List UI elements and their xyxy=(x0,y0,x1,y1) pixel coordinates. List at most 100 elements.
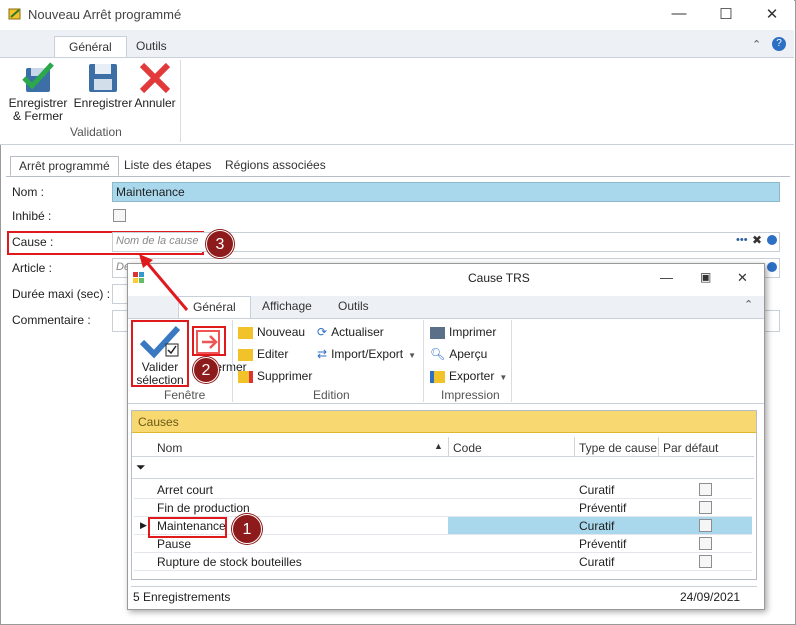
import-export-button[interactable]: ⇄ Import/Export ▼ xyxy=(317,347,416,361)
nom-field[interactable]: Maintenance xyxy=(112,182,780,202)
dialog-tab-outils[interactable]: Outils xyxy=(324,296,383,318)
row-indicator-icon: ▶ xyxy=(140,520,147,530)
default-checkbox[interactable] xyxy=(699,555,712,568)
help-icon[interactable]: ? xyxy=(772,37,786,51)
dropdown-arrow-icon: ▼ xyxy=(408,351,417,360)
refresh-icon: ⟳ xyxy=(317,325,328,339)
cell-nom: Rupture de stock bouteilles xyxy=(157,555,302,569)
save-close-label: Enregistrer & Fermer xyxy=(8,96,68,123)
table-row[interactable]: Arret court Curatif xyxy=(134,481,752,499)
printer-icon xyxy=(430,326,445,339)
cancel-button[interactable]: Annuler xyxy=(134,62,176,110)
table-row[interactable]: Fin de production Préventif xyxy=(134,499,752,517)
clear-icon[interactable]: ✖ xyxy=(752,233,762,247)
ribbon-separator xyxy=(180,60,181,142)
duree-label: Durée maxi (sec) : xyxy=(12,287,111,301)
callout-2: 2 xyxy=(193,357,219,383)
maximize-button[interactable]: ☐ xyxy=(711,5,741,25)
close-button[interactable]: ✕ xyxy=(757,5,787,25)
cell-nom: Fin de production xyxy=(157,501,250,515)
col-type[interactable]: Type de cause xyxy=(579,441,657,455)
import-export-label: Import/Export xyxy=(331,347,404,361)
save-close-icon xyxy=(22,62,54,92)
grid-caption: Causes xyxy=(132,411,756,433)
callout-arrow-icon xyxy=(139,254,189,311)
dialog-minimize-button[interactable]: — xyxy=(660,270,673,285)
cancel-label: Annuler xyxy=(134,96,176,110)
minimize-button[interactable]: — xyxy=(664,5,694,25)
cell-type: Curatif xyxy=(579,483,615,497)
save-button[interactable]: Enregistrer xyxy=(73,62,133,110)
actualiser-label: Actualiser xyxy=(331,325,384,339)
cancel-icon xyxy=(139,62,171,94)
impression-group-label: Impression xyxy=(441,388,500,402)
footer-date: 24/09/2021 xyxy=(680,590,741,604)
tab-liste-etapes[interactable]: Liste des étapes xyxy=(116,156,219,176)
dialog-maximize-button[interactable]: ▣ xyxy=(700,270,711,284)
default-checkbox[interactable] xyxy=(699,519,712,532)
supprimer-button[interactable]: Supprimer xyxy=(238,369,312,383)
col-nom[interactable]: Nom xyxy=(157,441,182,455)
nouveau-button[interactable]: Nouveau xyxy=(238,325,305,339)
ribbon-tab-general[interactable]: Général xyxy=(54,36,127,58)
exit-arrow-icon xyxy=(196,330,220,354)
navigate-icon[interactable] xyxy=(767,235,777,245)
save-close-button[interactable]: Enregistrer & Fermer xyxy=(8,62,70,123)
validate-check-icon xyxy=(139,325,181,359)
callout-1: 1 xyxy=(232,514,262,544)
valider-label: Valider sélection xyxy=(136,360,184,387)
table-row[interactable]: Rupture de stock bouteilles Curatif xyxy=(134,553,752,571)
tab-regions-associees[interactable]: Régions associées xyxy=(217,156,334,176)
dialog-tab-affichage[interactable]: Affichage xyxy=(248,296,326,318)
exporter-label: Exporter xyxy=(449,369,495,383)
dialog-title: Cause TRS xyxy=(468,271,530,285)
valider-selection-button[interactable]: Valider sélection xyxy=(134,324,186,387)
save-label: Enregistrer xyxy=(73,96,133,110)
apercu-button[interactable]: 🔍︎ Aperçu xyxy=(430,347,487,361)
edit-folder-icon xyxy=(238,348,253,361)
actualiser-button[interactable]: ⟳ Actualiser xyxy=(317,325,384,339)
maintenance-highlight-box xyxy=(148,517,227,538)
default-checkbox[interactable] xyxy=(699,501,712,514)
cell-type: Curatif xyxy=(579,519,615,533)
dialog-separator-3 xyxy=(511,320,512,402)
dialog-collapse-icon[interactable]: ⌃ xyxy=(744,298,753,311)
import-export-icon: ⇄ xyxy=(317,347,328,361)
form-tab-line xyxy=(6,176,790,177)
commentaire-field-edge xyxy=(764,310,780,332)
collapse-ribbon-icon[interactable]: ⌃ xyxy=(752,38,761,51)
filter-row[interactable] xyxy=(132,457,754,479)
dialog-close-button[interactable]: ✕ xyxy=(737,270,748,286)
col-par-defaut[interactable]: Par défaut xyxy=(663,441,718,455)
title-bar: Nouveau Arrêt programmé — ☐ ✕ xyxy=(0,0,794,30)
dialog-separator-2 xyxy=(423,320,424,402)
imprimer-label: Imprimer xyxy=(449,325,497,339)
fenetre-group-label: Fenêtre xyxy=(164,388,206,402)
window-title: Nouveau Arrêt programmé xyxy=(28,7,182,22)
tab-arret-programme[interactable]: Arrêt programmé xyxy=(10,156,119,176)
commentaire-label: Commentaire : xyxy=(12,313,91,327)
new-folder-icon xyxy=(238,326,253,339)
cause-placeholder: Nom de la cause xyxy=(116,235,199,247)
sort-asc-icon: ▲ xyxy=(434,441,443,451)
editer-button[interactable]: Editer xyxy=(238,347,288,361)
edition-group-label: Edition xyxy=(313,388,350,402)
ellipsis-icon[interactable]: ••• xyxy=(736,234,748,246)
supprimer-label: Supprimer xyxy=(257,369,313,383)
ribbon-tab-outils[interactable]: Outils xyxy=(122,36,181,58)
default-checkbox[interactable] xyxy=(699,483,712,496)
nouveau-label: Nouveau xyxy=(257,325,306,339)
app-icon xyxy=(8,7,22,21)
dialog-separator-1 xyxy=(232,320,233,402)
exporter-button[interactable]: Exporter ▼ xyxy=(430,369,507,383)
inhibe-checkbox[interactable] xyxy=(113,209,126,222)
col-divider xyxy=(448,437,449,457)
cell-nom: Pause xyxy=(157,537,192,551)
col-code[interactable]: Code xyxy=(453,441,482,455)
delete-folder-icon xyxy=(238,370,253,383)
imprimer-button[interactable]: Imprimer xyxy=(430,325,496,339)
filter-icon[interactable]: ⏷ xyxy=(136,460,146,475)
inhibe-label: Inhibé : xyxy=(12,209,52,223)
article-navigate-icon[interactable] xyxy=(767,262,777,272)
default-checkbox[interactable] xyxy=(699,537,712,550)
